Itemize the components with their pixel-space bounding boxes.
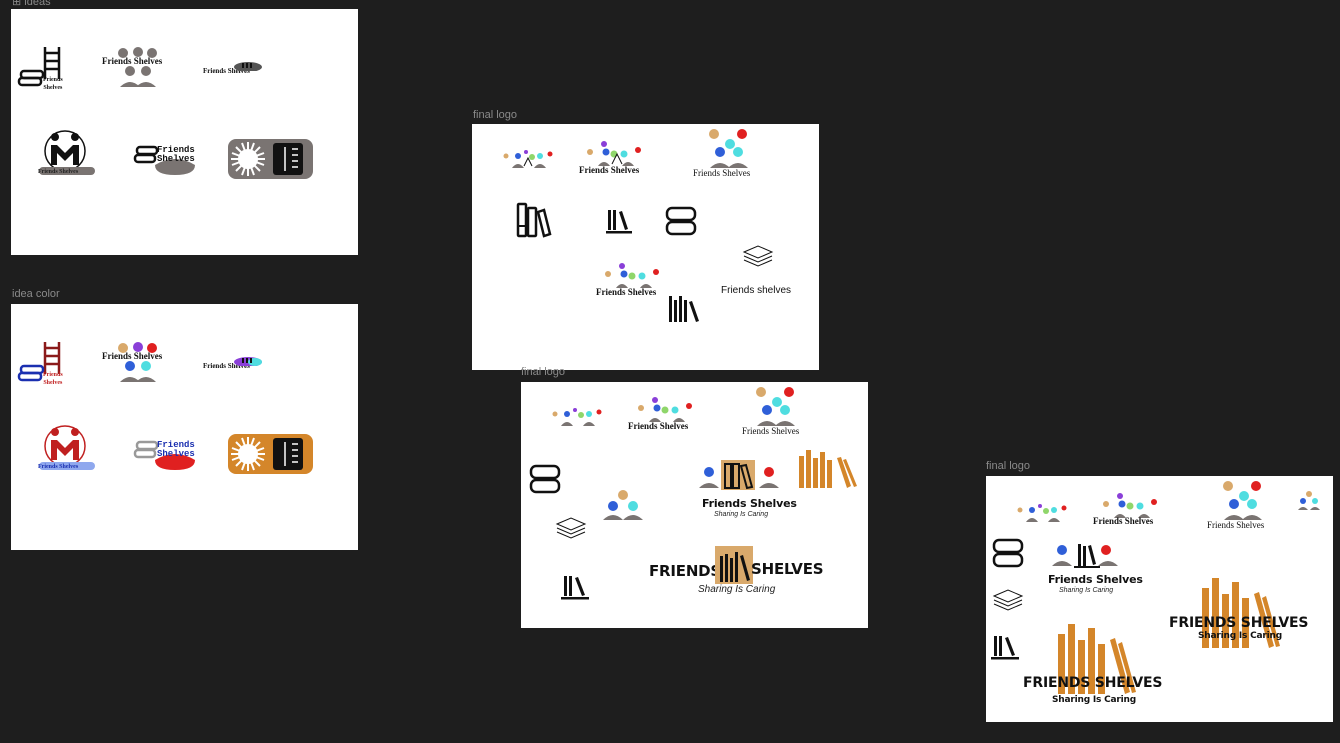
tagline: Sharing Is Caring xyxy=(714,511,769,518)
logo-text: Friends Shelves xyxy=(742,426,800,436)
mini-shelf-oval-icon xyxy=(234,357,262,366)
people-group-logo xyxy=(118,47,157,87)
logo-text-friends: FRIENDS xyxy=(649,562,722,580)
stacked-books-icon xyxy=(992,538,1024,568)
frame-final-logo-3[interactable]: Friends Shelves Friends Shelves Friends … xyxy=(986,476,1333,722)
library-icon xyxy=(606,210,632,234)
orange-books-logo xyxy=(799,450,857,488)
logo-text: Friends Shelves xyxy=(693,168,751,178)
library-icon xyxy=(669,296,699,322)
frame-label-final-logo-3[interactable]: final logo xyxy=(986,460,1030,472)
logo-text-friends-shelves: Friends Shelves xyxy=(43,372,63,386)
friends-dots-icon xyxy=(503,150,553,168)
people-group-logo-color xyxy=(118,342,157,382)
logo-text-friends-shelves: Friends Shelves xyxy=(157,440,195,460)
book-stack-outline-icon xyxy=(742,245,774,267)
logo-text: Friends Shelves xyxy=(579,165,640,175)
logo-text: FRIENDS SHELVES xyxy=(1023,675,1163,691)
friends-dots-icon xyxy=(605,263,659,288)
people-books-logo xyxy=(1052,544,1118,568)
logo-text: Friends Shelves xyxy=(1207,520,1265,530)
logo-text-shelves: SHELVES xyxy=(751,560,824,578)
logo-text: Friends Shelves xyxy=(102,56,163,66)
sun-cabinet-badge-logo xyxy=(228,139,313,179)
logo-text: Friends Shelves xyxy=(702,497,797,510)
logo-text: Friends shelves xyxy=(721,285,792,296)
logo-text: Friends Shelves xyxy=(596,287,657,297)
stacked-books-icon xyxy=(665,206,697,236)
logo-text: Friends Shelves xyxy=(38,169,79,175)
logo-text: Friends Shelves xyxy=(38,464,79,470)
frame-label-idea-color[interactable]: idea color xyxy=(12,288,60,300)
people-group-icon xyxy=(603,490,643,520)
people-books-logo xyxy=(699,460,779,490)
logo-text-friends-shelves: Friends Shelves xyxy=(157,145,195,165)
frame-idea-color[interactable]: Friends Shelves Friends Shelves Friends S… xyxy=(11,304,358,550)
stacked-books-icon xyxy=(529,464,561,494)
frame-icon: ⊞ xyxy=(12,0,25,8)
tagline: Sharing Is Caring xyxy=(1059,587,1114,594)
frame-label-ideas[interactable]: ⊞ ideas xyxy=(12,0,51,8)
frame-label-final-logo-1[interactable]: final logo xyxy=(473,109,517,121)
logo-text: Friends Shelves xyxy=(628,421,689,431)
tagline: Sharing Is Caring xyxy=(698,584,776,595)
friends-dots-icon xyxy=(1017,504,1067,522)
books-icon xyxy=(516,202,552,238)
frame-label-final-logo-2[interactable]: final logo xyxy=(521,366,565,378)
frame-ideas[interactable]: Friends Shelves Friends Shelves Friends S… xyxy=(11,9,358,255)
logo-text: Friends Shelves xyxy=(102,351,163,361)
friends-dots-icon xyxy=(552,408,602,426)
book-stack-outline-icon xyxy=(555,517,587,539)
mini-shelf-oval-icon xyxy=(234,62,262,71)
logo-text: FRIENDS SHELVES xyxy=(1169,615,1309,631)
books-square-icon xyxy=(715,546,753,584)
people-group-logo-color xyxy=(709,129,748,168)
logo-text: Friends Shelves xyxy=(1048,573,1143,586)
sun-cabinet-badge-logo-color xyxy=(228,434,313,474)
logo-text: Friends Shelves xyxy=(1093,516,1154,526)
logo-text-friends-shelves: Friends Shelves xyxy=(43,77,63,91)
book-stack-outline-icon xyxy=(992,589,1024,611)
people-group-logo-color xyxy=(1223,481,1262,520)
people-group-logo-color xyxy=(756,387,795,426)
friends-dots-icon xyxy=(638,397,692,422)
friends-dots-icon xyxy=(587,141,641,166)
tagline: Sharing Is Caring xyxy=(1052,695,1136,705)
library-icon xyxy=(561,576,589,600)
frame-final-logo-2[interactable]: Friends Shelves Friends Shelves Friends … xyxy=(521,382,868,628)
tagline: Sharing Is Caring xyxy=(1198,631,1282,641)
frame-final-logo-1[interactable]: Friends Shelves Friends Shelves Friends … xyxy=(472,124,819,370)
library-icon xyxy=(991,636,1019,660)
people-group-mini-icon xyxy=(1298,491,1320,510)
